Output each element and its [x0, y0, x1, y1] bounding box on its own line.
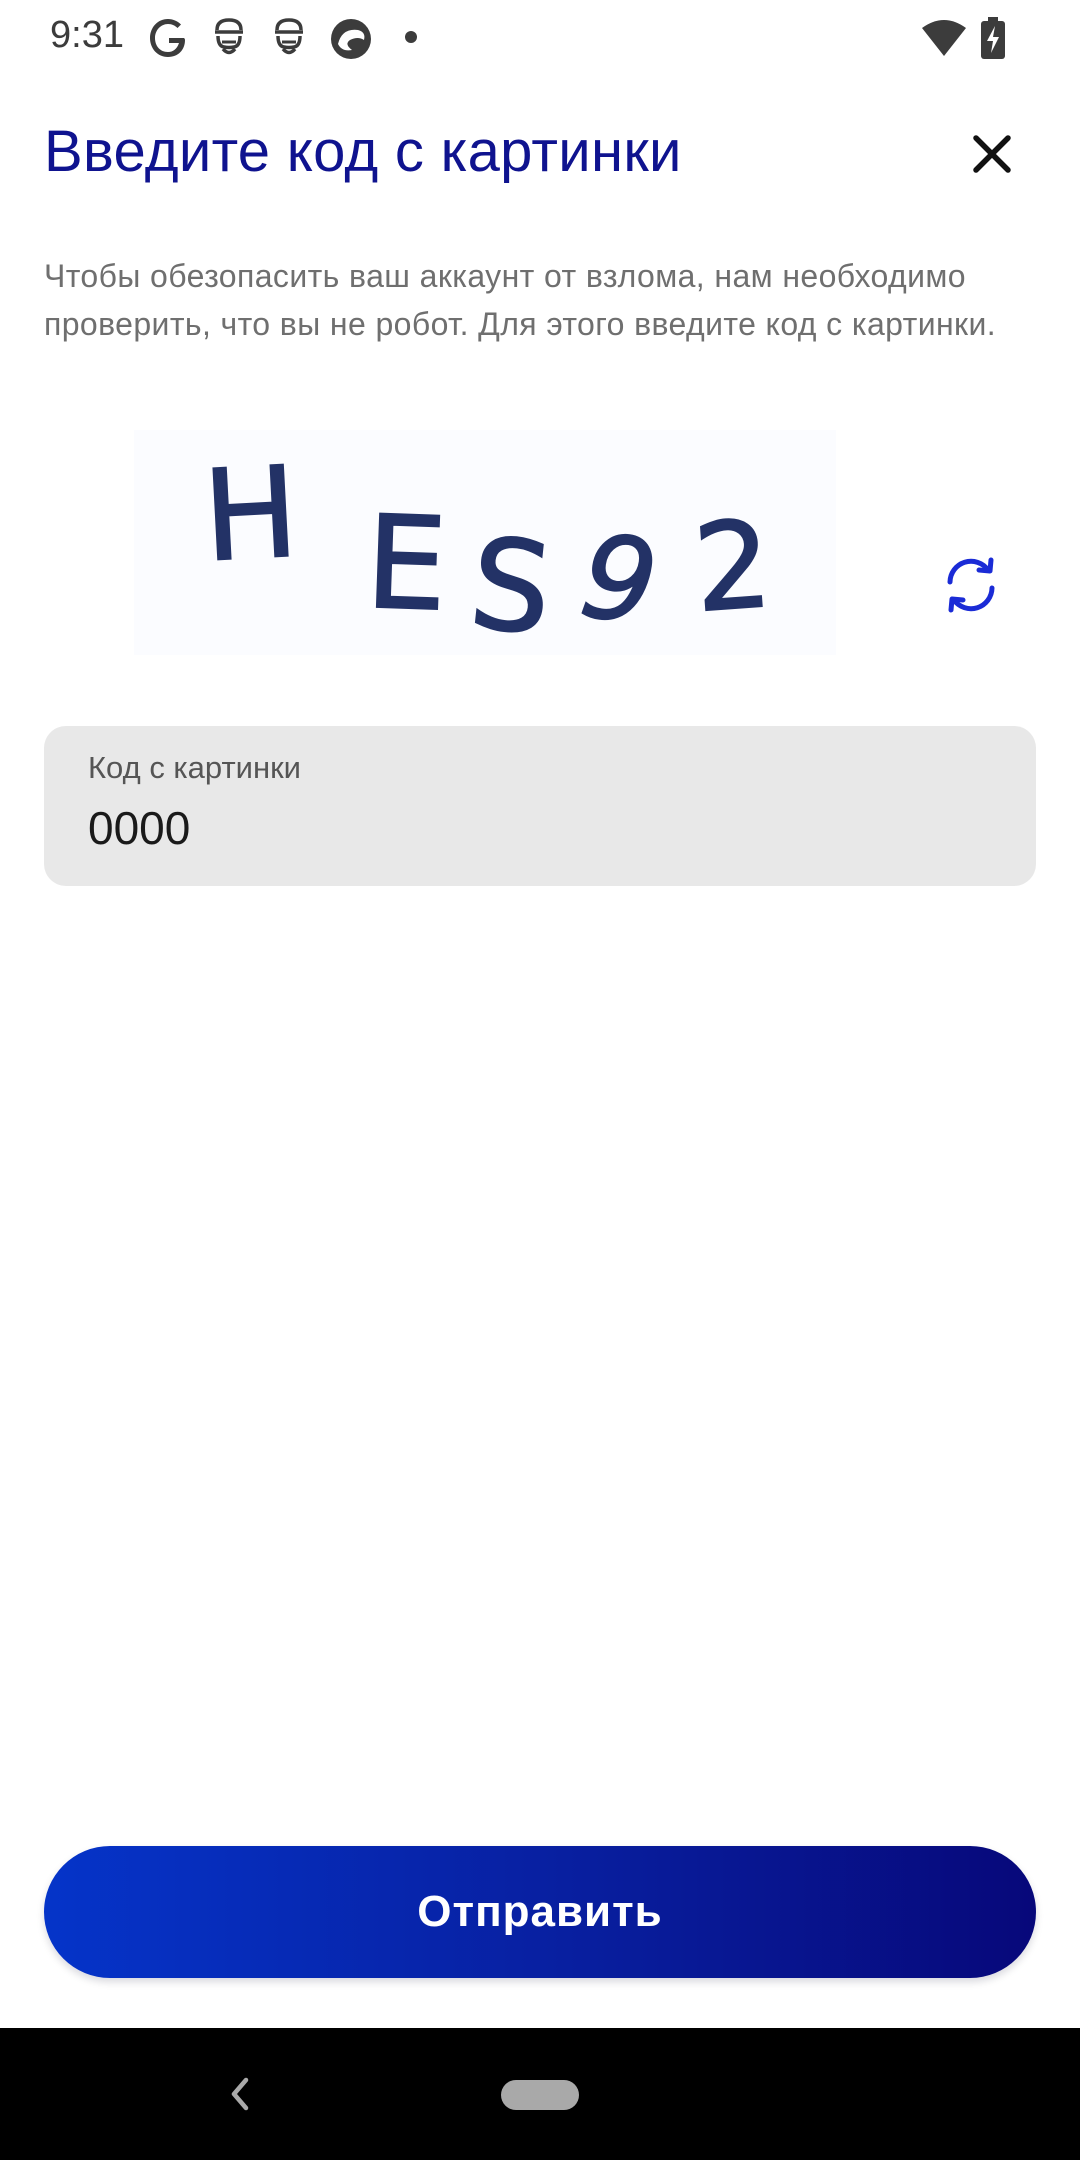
home-button[interactable] — [501, 2080, 579, 2110]
browser-icon — [328, 16, 374, 67]
wifi-icon — [920, 18, 968, 63]
captcha-image: H E S 9 2 — [134, 430, 836, 664]
captcha-char: E — [363, 489, 449, 641]
battery-charging-icon — [980, 16, 1006, 65]
notification-app-icon — [212, 16, 246, 65]
captcha-char: H — [200, 440, 301, 590]
back-icon — [222, 2077, 258, 2120]
page-title: Введите код с картинки — [44, 119, 682, 184]
back-button[interactable] — [222, 2072, 258, 2116]
captcha-char: 2 — [690, 496, 776, 640]
dot-icon — [404, 30, 418, 49]
google-icon — [148, 16, 190, 65]
status-time: 9:31 — [50, 14, 124, 56]
close-button[interactable] — [966, 128, 1018, 180]
status-bar: 9:31 — [0, 0, 1080, 80]
captcha-code-field[interactable]: Код с картинки — [44, 726, 1036, 886]
code-field-label: Код с картинки — [88, 750, 301, 785]
navigation-bar — [0, 2028, 1080, 2160]
code-input[interactable] — [88, 798, 988, 858]
submit-button[interactable]: Отправить — [44, 1846, 1036, 1978]
close-icon — [966, 135, 1018, 184]
description-text: Чтобы обезопасить ваш аккаунт от взлома,… — [44, 258, 997, 342]
refresh-captcha-button[interactable] — [938, 552, 1004, 618]
captcha-char: S — [464, 511, 558, 655]
refresh-icon — [938, 557, 1004, 622]
notification-app-icon — [272, 16, 306, 65]
